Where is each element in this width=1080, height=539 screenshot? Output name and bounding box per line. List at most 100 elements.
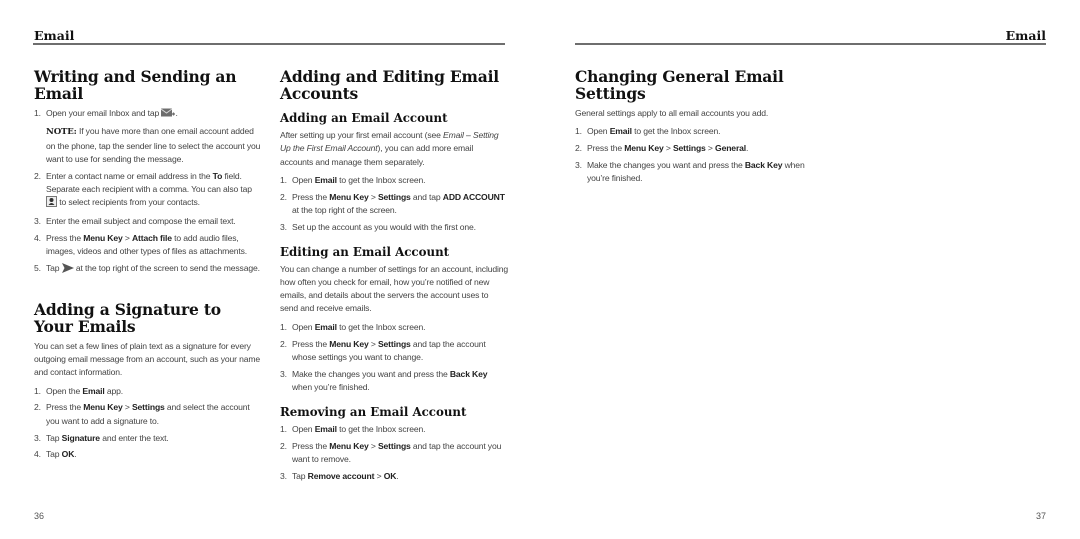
bold-term: General [715,143,747,154]
step-number: 3. [280,368,287,379]
bold-term: Email [609,126,632,137]
intro-paragraph: You can change a number of settings for … [280,263,508,314]
page-number: 36 [34,511,45,521]
step-text: to get the Inbox screen. [339,423,426,434]
step-text: . [746,143,749,154]
step-number: 3. [34,216,41,227]
bold-term: ADD ACCOUNT [442,191,505,202]
step-text: to get the Inbox screen. [634,126,721,137]
separator: > [376,470,382,481]
bold-term: Email [314,174,337,185]
list-item: 1. Open Email to get the Inbox screen. [575,125,805,138]
section-title: Changing General Email Settings [575,67,784,103]
step-number: 5. [34,262,41,273]
step-number: 1. [280,174,287,185]
step-number: 1. [34,385,41,396]
steps-list: 1. Open Email to get the Inbox screen. 2… [280,321,508,394]
bold-term: Email [314,423,337,434]
step-number: 1. [34,108,41,118]
list-item: 3. Make the changes you want and press t… [575,159,805,186]
separator: > [370,440,376,451]
list-item: 1. Open the Email app. [34,385,262,398]
list-item: 3. Tap Remove account > OK. [280,470,508,483]
list-item: 4. Tap OK. [34,448,262,461]
separator: > [124,232,130,243]
step-text: Enter the email subject and compose the … [46,216,236,227]
section-title: Writing and Sending an Email [34,67,237,103]
bold-term: Email [82,385,105,396]
bold-term: Menu Key [329,338,369,349]
step-text: Open your email Inbox and tap [46,108,160,118]
step-number: 1. [280,321,287,332]
step-text: Make the changes you want and press the [292,368,448,379]
running-head: Email [1005,28,1046,43]
separator: > [370,191,376,202]
running-head: Email [34,28,75,43]
step-text: . [396,470,399,481]
bold-term: Menu Key [329,440,369,451]
list-item: 2. Press the Menu Key > Settings > Gener… [575,142,805,155]
step-number: 2. [34,402,41,413]
left-page: Email Writing and Sending an Email 1. Op… [0,0,540,539]
list-item: 4. Press the Menu Key > Attach file to a… [34,232,262,259]
bold-term: Settings [377,191,411,202]
header-rule [33,43,505,45]
step-number: 3. [34,432,41,443]
step-text: . [175,108,178,118]
list-item: 3. Tap Signature and enter the text. [34,432,262,445]
list-item: 3. Enter the email subject and compose t… [34,215,262,228]
step-number: 3. [280,221,287,232]
step-number: 1. [280,423,287,434]
step-text: Open [292,321,313,332]
step-text: app. [106,385,123,396]
bold-term: Menu Key [83,402,123,413]
separator: > [370,338,376,349]
bold-term: Menu Key [624,143,664,154]
list-item: 1. Open your email Inbox and tap . NOTE:… [34,107,262,166]
bold-term: Settings [672,143,706,154]
bold-term: Back Key [449,368,488,379]
step-number: 2. [280,338,287,349]
step-text: Make the changes you want and press the [587,159,743,170]
list-item: 2. Press the Menu Key > Settings and sel… [34,401,262,428]
list-item: 1. Open Email to get the Inbox screen. [280,321,508,334]
separator: > [665,143,671,154]
step-text: Tap [292,470,306,481]
page-number: 37 [1035,511,1046,521]
bold-term: OK [383,470,397,481]
separator: > [707,143,713,154]
step-text: when you’re finished. [292,381,370,392]
step-text: Tap [46,432,60,443]
step-text: Open [587,126,608,137]
step-text: Set up the account as you would with the… [292,221,476,232]
note-text: If you have more than one email account … [46,126,261,164]
steps-list: 1. Open Email to get the Inbox screen. 2… [280,174,508,234]
contacts-picker-icon [46,196,57,211]
column-1: Writing and Sending an Email 1. Open you… [34,68,262,465]
right-page: Email Changing General Email Settings Ge… [540,0,1080,539]
note-label: NOTE: [46,127,77,138]
list-item: 2. Enter a contact name or email address… [34,170,262,212]
list-item: 2. Press the Menu Key > Settings and tap… [280,191,508,218]
steps-list: 1. Open your email Inbox and tap . NOTE:… [34,107,262,277]
compose-email-icon [161,108,176,122]
steps-list: 1. Open Email to get the Inbox screen. 2… [575,125,805,185]
send-icon [61,262,74,277]
list-item: 1. Open Email to get the Inbox screen. [280,423,508,436]
step-number: 3. [575,159,582,170]
step-text: Tap [46,449,60,460]
bold-term: Menu Key [329,191,369,202]
note: NOTE: If you have more than one email ac… [46,125,262,166]
subsection-title: Adding an Email Account [280,111,448,125]
bold-term: Signature [61,432,100,443]
subsection-title: Editing an Email Account [280,244,450,259]
step-text: Open the [46,385,81,396]
separator: > [124,402,130,413]
bold-term: Remove account [307,470,375,481]
list-item: 1. Open Email to get the Inbox screen. [280,174,508,187]
intro-paragraph: General settings apply to all email acco… [575,108,769,118]
list-item: 3. Make the changes you want and press t… [280,368,508,395]
step-number: 2. [280,440,287,451]
list-item: 3. Set up the account as you would with … [280,221,508,234]
step-number: 2. [280,191,287,202]
